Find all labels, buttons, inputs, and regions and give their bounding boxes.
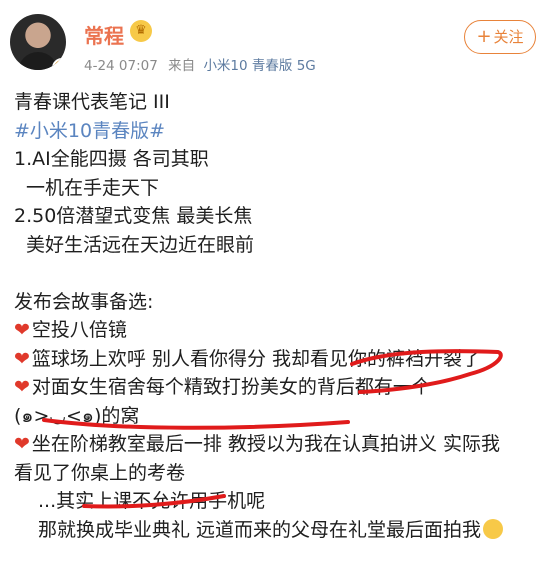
post-body: 青春课代表笔记 III #小米10青春版# 1.AI全能四摄 各司其职 一机在手… <box>14 88 544 544</box>
list-item-text: 坐在阶梯教室最后一排 教授以为我在认真拍讲义 实际我 <box>31 433 501 455</box>
list-item: ❤ 对面女生宿舍每个精致打扮美女的背后都有一个 <box>14 373 544 402</box>
text-line-content: 那就换成毕业典礼 远道而来的父母在礼堂最后面拍我 <box>38 518 482 541</box>
text-line: 1.AI全能四摄 各司其职 <box>14 148 209 170</box>
list-item-text: 篮球场上欢呼 别人看你得分 我却看见你的裤裆开裂了 <box>31 347 482 370</box>
text-line: 美好生活远在天边近在眼前 <box>26 233 255 256</box>
post-title: 青春课代表笔记 III <box>14 91 170 113</box>
author-name[interactable]: 常程 <box>84 20 124 49</box>
post-time: 4-24 07:07 <box>84 58 158 74</box>
list-item: ❤ 坐在阶梯教室最后一排 教授以为我在认真拍讲义 实际我 <box>14 430 544 459</box>
laughing-emoji-icon <box>483 518 504 539</box>
text-line: 发布会故事备选: <box>14 290 154 313</box>
post-header: V 常程 ♛ 4-24 07:07 来自 小米10 青春版 5G + 关注 <box>0 0 550 82</box>
crown-icon: ♛ <box>130 20 152 42</box>
verified-v-icon: V <box>52 58 66 70</box>
text-line: 2.50倍潜望式变焦 最美长焦 <box>14 205 253 227</box>
heart-icon: ❤ <box>14 319 30 341</box>
text-line: 看见了你桌上的考卷 <box>14 461 186 484</box>
heart-icon: ❤ <box>14 433 30 455</box>
list-item: ❤ 空投八倍镜 <box>14 316 544 345</box>
follow-label: 关注 <box>493 28 524 46</box>
avatar[interactable]: V <box>10 14 66 70</box>
post-meta: 4-24 07:07 来自 小米10 青春版 5G <box>84 54 316 74</box>
source-prefix: 来自 <box>168 58 196 74</box>
text-line: (๑>◡<๑)的窝 <box>14 404 140 427</box>
follow-button[interactable]: + 关注 <box>464 20 536 54</box>
list-item: ❤ 篮球场上欢呼 别人看你得分 我却看见你的裤裆开裂了 <box>14 345 544 374</box>
plus-icon: + <box>476 26 492 47</box>
heart-icon: ❤ <box>14 376 30 398</box>
device-source[interactable]: 小米10 青春版 5G <box>203 58 315 74</box>
text-line: 一机在手走天下 <box>26 176 160 199</box>
text-line: 那就换成毕业典礼 远道而来的父母在礼堂最后面拍我 <box>14 516 544 545</box>
hashtag-link[interactable]: #小米10青春版# <box>14 117 544 146</box>
list-item-text: 对面女生宿舍每个精致打扮美女的背后都有一个 <box>31 376 431 398</box>
heart-icon: ❤ <box>14 347 30 370</box>
text-line: ...其实上课不允许用手机呢 <box>38 490 266 512</box>
list-item-text: 空投八倍镜 <box>31 319 127 341</box>
